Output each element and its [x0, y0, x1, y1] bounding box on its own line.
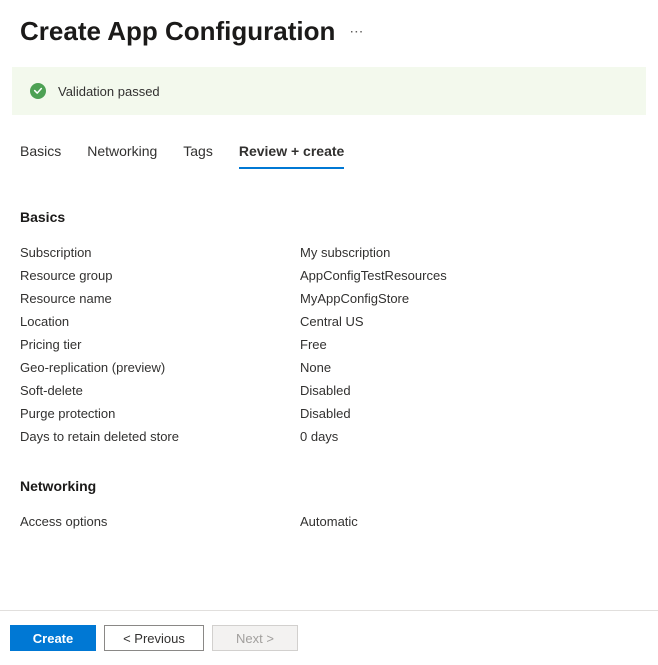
- section-heading-networking: Networking: [20, 478, 638, 494]
- kv-key: Days to retain deleted store: [20, 429, 300, 444]
- check-circle-icon: [30, 83, 46, 99]
- kv-row: Soft-delete Disabled: [20, 379, 638, 402]
- more-icon[interactable]: ⋯: [349, 23, 364, 40]
- kv-val: Automatic: [300, 514, 358, 529]
- kv-key: Soft-delete: [20, 383, 300, 398]
- kv-key: Resource name: [20, 291, 300, 306]
- kv-key: Subscription: [20, 245, 300, 260]
- kv-val: My subscription: [300, 245, 390, 260]
- next-button: Next >: [212, 625, 298, 651]
- kv-row: Subscription My subscription: [20, 241, 638, 264]
- kv-val: Disabled: [300, 383, 351, 398]
- kv-key: Purge protection: [20, 406, 300, 421]
- kv-val: None: [300, 360, 331, 375]
- kv-val: MyAppConfigStore: [300, 291, 409, 306]
- kv-val: Central US: [300, 314, 364, 329]
- page-header: Create App Configuration ⋯: [0, 0, 658, 57]
- kv-row: Location Central US: [20, 310, 638, 333]
- create-button[interactable]: Create: [10, 625, 96, 651]
- kv-row: Resource name MyAppConfigStore: [20, 287, 638, 310]
- kv-row: Days to retain deleted store 0 days: [20, 425, 638, 448]
- kv-val: AppConfigTestResources: [300, 268, 447, 283]
- tab-tags[interactable]: Tags: [183, 143, 213, 169]
- tab-networking[interactable]: Networking: [87, 143, 157, 169]
- kv-row: Access options Automatic: [20, 510, 638, 533]
- kv-row: Geo-replication (preview) None: [20, 356, 638, 379]
- validation-message: Validation passed: [58, 84, 160, 99]
- kv-row: Pricing tier Free: [20, 333, 638, 356]
- validation-bar: Validation passed: [12, 67, 646, 115]
- previous-button[interactable]: < Previous: [104, 625, 204, 651]
- kv-row: Purge protection Disabled: [20, 402, 638, 425]
- kv-key: Access options: [20, 514, 300, 529]
- kv-val: Free: [300, 337, 327, 352]
- kv-val: Disabled: [300, 406, 351, 421]
- footer-actions: Create < Previous Next >: [0, 610, 658, 665]
- kv-val: 0 days: [300, 429, 338, 444]
- tabs: Basics Networking Tags Review + create: [0, 115, 658, 169]
- kv-key: Resource group: [20, 268, 300, 283]
- tab-review-create[interactable]: Review + create: [239, 143, 344, 169]
- kv-row: Resource group AppConfigTestResources: [20, 264, 638, 287]
- section-heading-basics: Basics: [20, 209, 638, 225]
- review-content: Basics Subscription My subscription Reso…: [0, 169, 658, 533]
- kv-key: Pricing tier: [20, 337, 300, 352]
- kv-key: Location: [20, 314, 300, 329]
- page-title: Create App Configuration: [20, 16, 335, 47]
- tab-basics[interactable]: Basics: [20, 143, 61, 169]
- kv-key: Geo-replication (preview): [20, 360, 300, 375]
